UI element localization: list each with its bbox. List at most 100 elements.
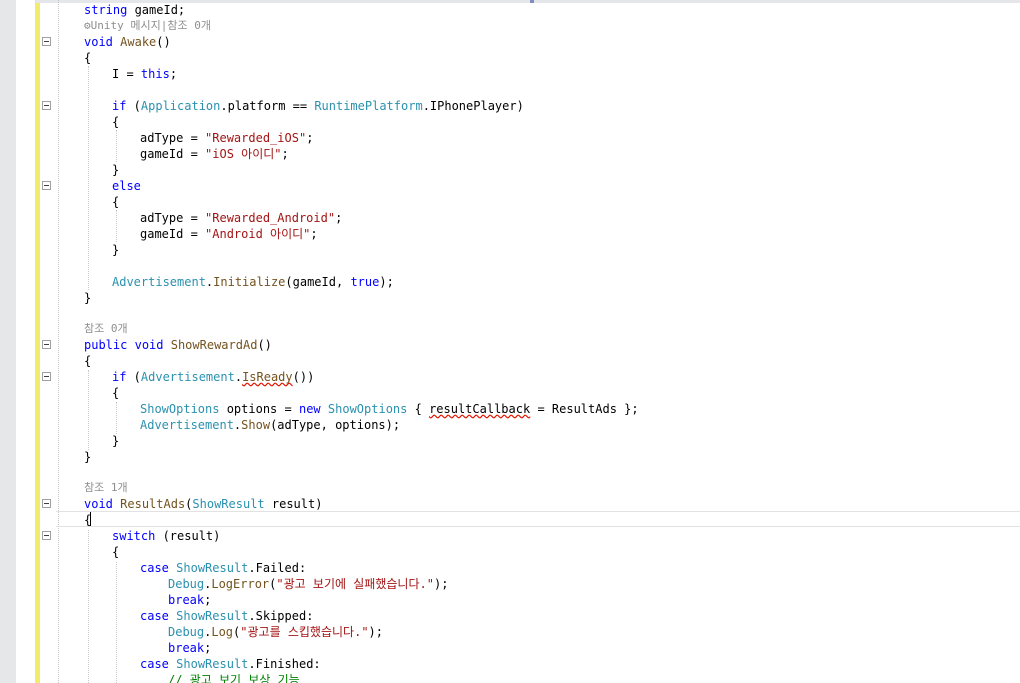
code-line[interactable]: gameId = "Android 아이디";	[140, 226, 318, 242]
code-line[interactable]: void ResultAds(ShowResult result)	[84, 496, 322, 512]
code-line[interactable]: }	[84, 449, 91, 465]
type-name: Advertisement	[140, 370, 235, 384]
keyword: case	[140, 561, 169, 575]
code-line[interactable]: case ShowResult.Skipped:	[140, 608, 313, 624]
method-name: Initialize	[213, 275, 286, 289]
code-text: ()	[156, 35, 171, 49]
code-line[interactable]: Advertisement.Show(adType, options);	[140, 417, 400, 433]
unity-icon: ⚙	[84, 19, 91, 32]
code-line[interactable]: {	[84, 353, 91, 369]
code-line[interactable]: if (Advertisement.IsReady())	[112, 369, 314, 385]
code-text: (	[126, 99, 141, 113]
fold-toggle-if-platform[interactable]	[42, 101, 51, 110]
fold-toggle-showrewardad[interactable]	[42, 340, 51, 349]
keyword: string	[84, 3, 128, 17]
code-line[interactable]: {	[112, 194, 119, 210]
type-name: ShowResult	[176, 561, 249, 575]
code-text: adType =	[140, 211, 206, 225]
codelens-unity[interactable]: ⚙Unity 메시지|참조 0개	[84, 18, 211, 34]
indent-guide	[116, 562, 117, 683]
type-name: ShowResult	[176, 657, 249, 671]
code-text: ;	[169, 67, 178, 81]
code-text: ;	[306, 131, 314, 145]
code-line[interactable]: break;	[168, 592, 211, 608]
code-line[interactable]: {	[112, 544, 119, 560]
brace: }	[112, 163, 120, 177]
code-line[interactable]: {	[112, 385, 119, 401]
code-line[interactable]: }	[112, 162, 119, 178]
type-name: Application	[140, 99, 221, 113]
fold-toggle-switch[interactable]	[42, 531, 51, 540]
code-line[interactable]: void Awake()	[84, 34, 171, 50]
brace: {	[112, 386, 120, 400]
code-editor[interactable]: string gameId; ⚙Unity 메시지|참조 0개 void Awa…	[0, 0, 1020, 683]
code-line[interactable]: {	[112, 114, 119, 130]
keyword: void	[84, 35, 113, 49]
method-name: Log	[211, 625, 234, 639]
code-line[interactable]: }	[112, 433, 119, 449]
code-comment: // 광고 보기 보상 기능	[168, 673, 300, 683]
fold-toggle-if-isready[interactable]	[42, 372, 51, 381]
brace: {	[112, 195, 120, 209]
code-text: ;	[204, 593, 212, 607]
indent-guide	[88, 370, 89, 450]
code-line[interactable]: {	[84, 50, 91, 66]
code-text: );	[433, 577, 449, 591]
code-line[interactable]: Advertisement.Initialize(gameId, true);	[112, 274, 394, 290]
fold-toggle-awake[interactable]	[42, 37, 51, 46]
code-text: ())	[292, 370, 315, 384]
indent-guide	[116, 210, 117, 242]
code-line[interactable]: public void ShowRewardAd()	[84, 337, 272, 353]
code-line[interactable]: }	[112, 242, 119, 258]
property-error[interactable]: resultCallback	[429, 402, 530, 416]
code-line[interactable]: ShowOptions options = new ShowOptions { …	[140, 401, 639, 417]
code-line[interactable]: case ShowResult.Failed:	[140, 560, 306, 576]
code-line[interactable]: string gameId;	[84, 2, 185, 18]
code-line[interactable]: case ShowResult.Finished:	[140, 656, 321, 672]
code-line[interactable]: }	[84, 290, 91, 306]
indent-guide	[116, 130, 117, 162]
fold-toggle-else[interactable]	[42, 181, 51, 190]
fold-toggle-resultads[interactable]	[42, 499, 51, 508]
keyword: break	[168, 593, 205, 607]
keyword: public	[84, 338, 128, 352]
code-line[interactable]: break;	[168, 640, 211, 656]
code-line[interactable]: Debug.Log("광고를 스킵했습니다.");	[168, 624, 383, 640]
type-name: ShowOptions	[140, 402, 220, 416]
code-text: ;	[281, 147, 289, 161]
method-name: Show	[241, 418, 271, 432]
brace: }	[112, 243, 120, 257]
code-line[interactable]: switch (result)	[112, 528, 220, 544]
keyword: this	[140, 67, 170, 81]
code-line[interactable]: adType = "Rewarded_Android";	[140, 210, 342, 226]
string-literal: "광고를 스킵했습니다."	[240, 625, 369, 639]
code-text: options =	[219, 402, 299, 416]
keyword: if	[112, 99, 127, 113]
code-text: .Skipped:	[248, 609, 314, 623]
code-line[interactable]: I = this;	[112, 66, 177, 82]
type-name: Debug	[168, 577, 205, 591]
code-line[interactable]: adType = "Rewarded_iOS";	[140, 130, 313, 146]
indent-guide	[88, 66, 89, 290]
code-text: .platform ==	[220, 99, 315, 113]
code-text: {	[407, 402, 430, 416]
method-name-error[interactable]: IsReady	[242, 370, 293, 384]
brace: }	[84, 291, 92, 305]
code-line[interactable]: // 광고 보기 보상 기능	[168, 672, 300, 683]
code-line[interactable]: Debug.LogError("광고 보기에 실패했습니다.");	[168, 576, 448, 592]
code-line[interactable]: if (Application.platform == RuntimePlatf…	[112, 98, 524, 114]
code-line[interactable]: gameId = "iOS 아이디";	[140, 146, 289, 162]
code-text: result)	[264, 497, 323, 511]
type-name: ShowResult	[192, 497, 265, 511]
codelens-text: Unity 메시지|참조 0개	[90, 19, 211, 32]
brace: {	[112, 545, 120, 559]
codelens-references[interactable]: 참조 1개	[84, 480, 128, 496]
brace: {	[84, 354, 92, 368]
indent-guide	[58, 0, 59, 683]
method-name: LogError	[211, 577, 270, 591]
code-line[interactable]: else	[112, 178, 141, 194]
type-name: ShowResult	[176, 609, 249, 623]
codelens-references[interactable]: 참조 0개	[84, 321, 128, 337]
